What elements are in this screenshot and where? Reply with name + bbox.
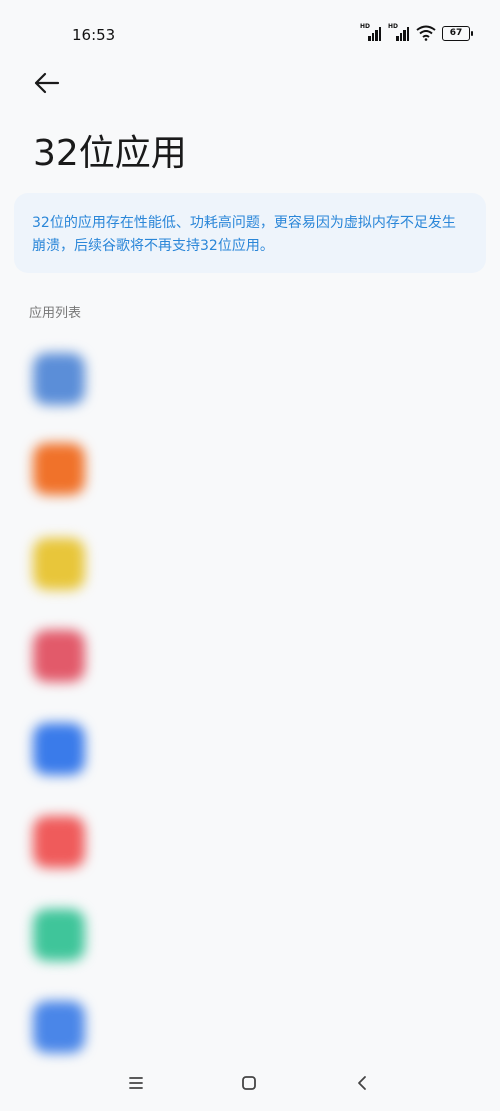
battery-icon: 67 bbox=[442, 25, 473, 41]
app-icon bbox=[33, 909, 85, 961]
app-row[interactable] bbox=[0, 519, 500, 609]
app-icon bbox=[33, 816, 85, 868]
app-icon bbox=[33, 353, 85, 405]
wifi-icon bbox=[416, 25, 436, 41]
back-chevron-icon[interactable] bbox=[351, 1071, 375, 1095]
navigation-bar bbox=[0, 1055, 500, 1111]
app-row[interactable] bbox=[0, 334, 500, 424]
cellular-signal-icon: HD bbox=[388, 23, 410, 41]
app-row[interactable] bbox=[0, 424, 500, 514]
cellular-signal-icon: HD bbox=[360, 23, 382, 41]
menu-icon[interactable] bbox=[124, 1071, 148, 1095]
status-bar: 16:53 HD HD 67 bbox=[0, 0, 500, 70]
status-icons: HD HD 67 bbox=[360, 23, 473, 41]
notice-text: 32位的应用存在性能低、功耗高问题，更容易因为虚拟内存不足发生崩溃，后续谷歌将不… bbox=[32, 215, 456, 254]
signal-label: HD bbox=[360, 23, 371, 30]
app-icon bbox=[33, 723, 85, 775]
signal-label: HD bbox=[388, 23, 399, 30]
status-time: 16:53 bbox=[72, 26, 116, 44]
section-header: 应用列表 bbox=[29, 306, 82, 321]
back-arrow-icon[interactable] bbox=[30, 68, 64, 98]
app-row[interactable] bbox=[0, 797, 500, 887]
app-row[interactable] bbox=[0, 890, 500, 980]
app-icon bbox=[33, 1001, 85, 1053]
app-row[interactable] bbox=[0, 611, 500, 701]
page-title: 32位应用 bbox=[33, 133, 187, 174]
app-icon bbox=[33, 538, 85, 590]
notice-card: 32位的应用存在性能低、功耗高问题，更容易因为虚拟内存不足发生崩溃，后续谷歌将不… bbox=[14, 193, 486, 273]
app-icon bbox=[33, 630, 85, 682]
app-icon bbox=[33, 443, 85, 495]
app-row[interactable] bbox=[0, 704, 500, 794]
home-square-icon[interactable] bbox=[237, 1071, 261, 1095]
